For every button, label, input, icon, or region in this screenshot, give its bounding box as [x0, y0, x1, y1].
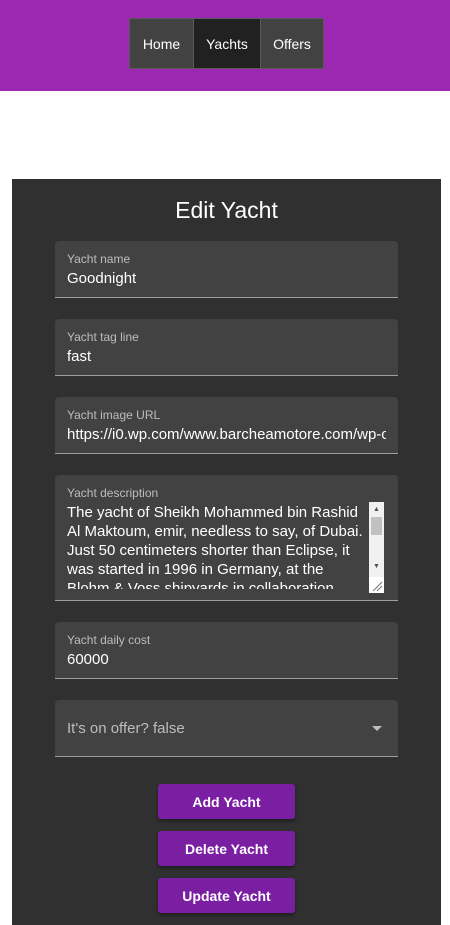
main-nav: Home Yachts Offers: [129, 18, 324, 69]
yacht-daily-cost-label: Yacht daily cost: [67, 633, 151, 647]
nav-home-link[interactable]: Home: [130, 19, 193, 68]
yacht-description-field[interactable]: Yacht description The yacht of Sheikh Mo…: [55, 475, 398, 601]
yacht-name-field[interactable]: Yacht name Goodnight: [55, 241, 398, 298]
scroll-down-arrow-icon[interactable]: ▼: [369, 559, 384, 573]
description-scrollbar[interactable]: ▲ ▼: [369, 502, 384, 593]
page-title: Edit Yacht: [175, 197, 278, 223]
yacht-description-label: Yacht description: [67, 486, 159, 500]
dropdown-arrow-icon: [372, 726, 382, 731]
resize-grip-icon[interactable]: [369, 577, 384, 593]
yacht-image-url-label: Yacht image URL: [67, 408, 161, 422]
nav-yachts-link[interactable]: Yachts: [193, 19, 260, 68]
yacht-image-url-field[interactable]: Yacht image URL https://i0.wp.com/www.ba…: [55, 397, 398, 454]
yacht-tagline-field[interactable]: Yacht tag line fast: [55, 319, 398, 376]
yacht-name-input[interactable]: Goodnight: [67, 270, 386, 288]
add-yacht-button[interactable]: Add Yacht: [158, 784, 295, 819]
yacht-daily-cost-input[interactable]: 60000: [67, 651, 386, 669]
scroll-thumb[interactable]: [371, 517, 382, 535]
on-offer-select[interactable]: It's on offer? false: [55, 700, 398, 757]
nav-offers-link[interactable]: Offers: [260, 19, 323, 68]
yacht-tagline-label: Yacht tag line: [67, 330, 139, 344]
yacht-daily-cost-field[interactable]: Yacht daily cost 60000: [55, 622, 398, 679]
yacht-name-label: Yacht name: [67, 252, 131, 266]
yacht-image-url-input[interactable]: https://i0.wp.com/www.barcheamotore.com/…: [67, 426, 386, 444]
yacht-description-textarea[interactable]: The yacht of Sheikh Mohammed bin Rashid …: [67, 503, 367, 589]
scroll-up-arrow-icon[interactable]: ▲: [369, 502, 384, 516]
on-offer-select-value: It's on offer? false: [67, 720, 185, 737]
yacht-tagline-input[interactable]: fast: [67, 348, 386, 366]
update-yacht-button[interactable]: Update Yacht: [158, 878, 295, 913]
delete-yacht-button[interactable]: Delete Yacht: [158, 831, 295, 866]
top-header-bar: Home Yachts Offers: [0, 0, 450, 91]
edit-yacht-card: Edit Yacht Yacht name Goodnight Yacht ta…: [12, 179, 441, 925]
